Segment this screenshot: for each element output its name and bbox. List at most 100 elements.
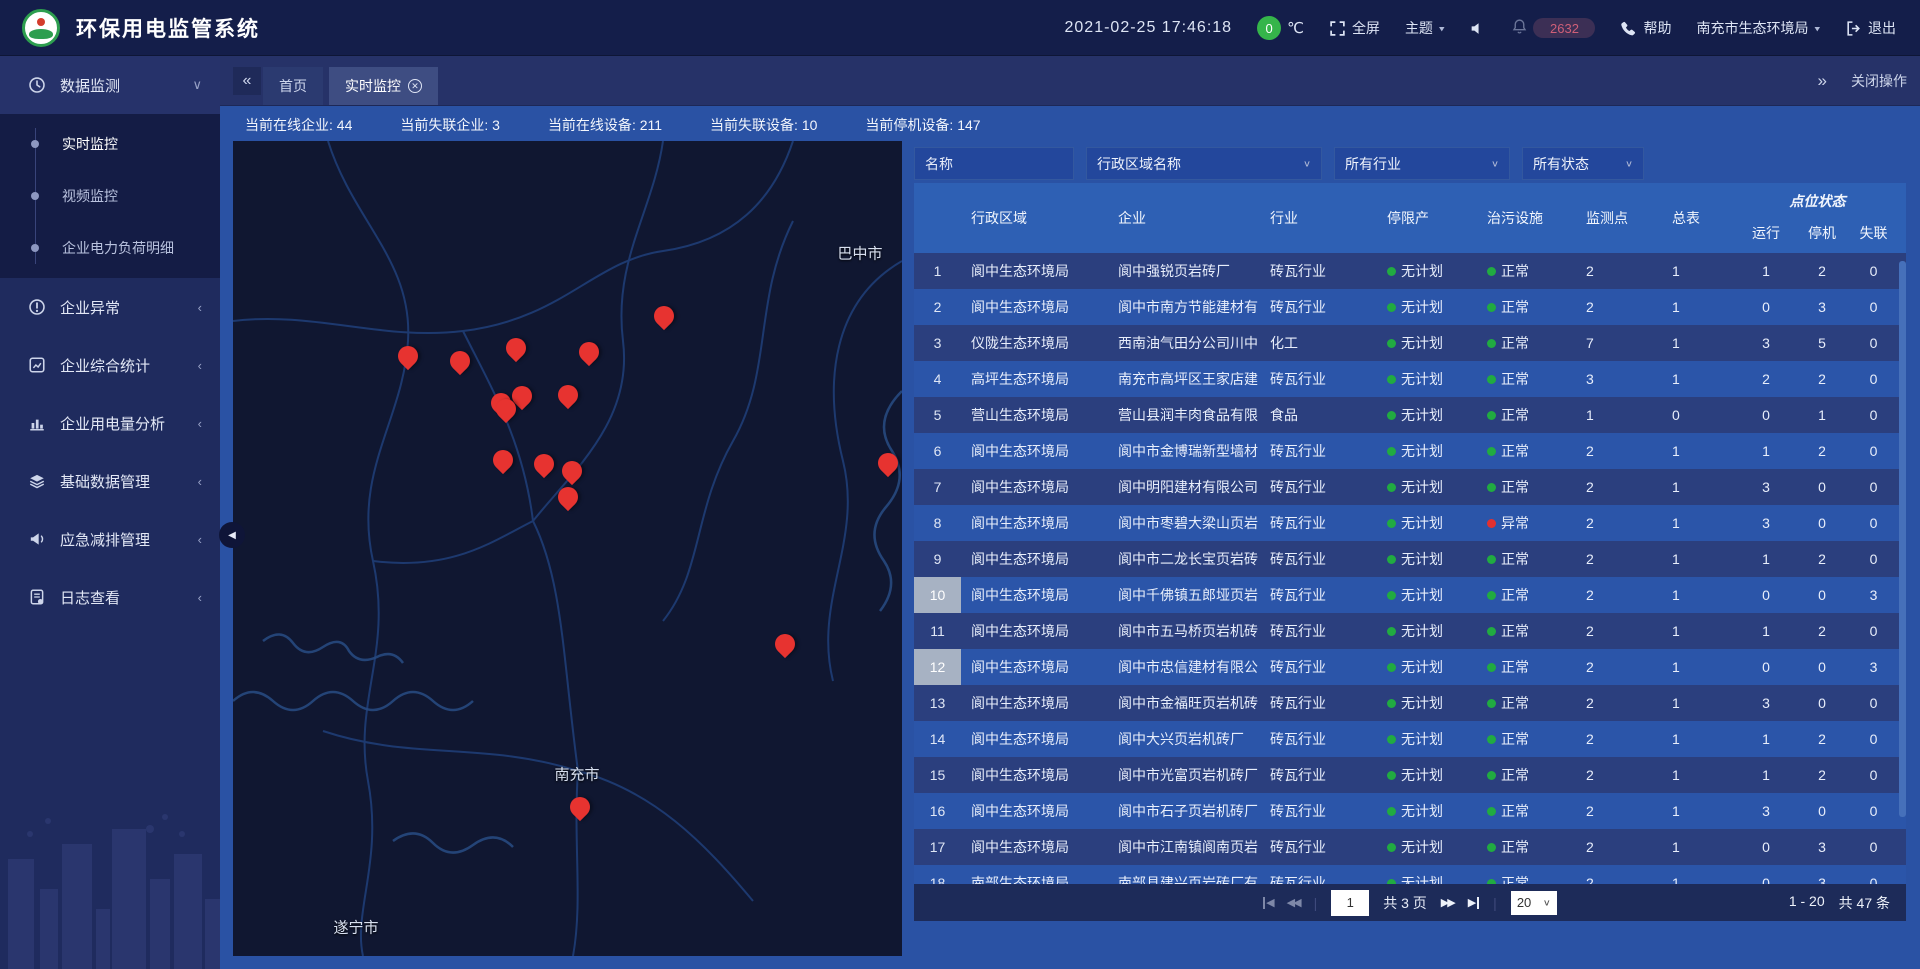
org-menu[interactable]: 南充市生态环境局 ▾ [1696,18,1820,38]
table-row[interactable]: 10 阆中生态环境局 阆中千佛镇五郎垭页岩 砖瓦行业 无计划 正常 2 1 0 … [914,577,1906,613]
table-row[interactable]: 8 阆中生态环境局 阆中市枣碧大梁山页岩 砖瓦行业 无计划 异常 2 1 3 0… [914,505,1906,541]
help-button[interactable]: 帮助 [1620,18,1671,38]
tab[interactable]: 首页 [263,67,323,105]
status-dot [1387,555,1396,564]
mute-button[interactable] [1469,20,1486,37]
close-operations-menu[interactable]: 关闭操作 [1851,71,1907,91]
cell-region: 阆中生态环境局 [961,297,1114,317]
cell-run: 3 [1736,515,1796,531]
table-row[interactable]: 2 阆中生态环境局 阆中市南方节能建材有 砖瓦行业 无计划 正常 2 1 0 3… [914,289,1906,325]
table-row[interactable]: 7 阆中生态环境局 阆中明阳建材有限公司 砖瓦行业 无计划 正常 2 1 3 0… [914,469,1906,505]
cell-company: 阆中市南方节能建材有 [1114,297,1266,317]
first-page-button[interactable]: ◀ [1263,896,1272,909]
cell-region: 阆中生态环境局 [961,765,1114,785]
sidebar-item-label: 实时监控 [62,134,118,154]
cell-lost: 0 [1848,839,1899,855]
sidebar-item[interactable]: 企业电力负荷明细 [0,222,220,274]
cell-lost: 0 [1848,731,1899,747]
map-panel[interactable]: 巴中市南充市遂宁市 [233,141,902,956]
cell-limit-status: 无计划 [1359,837,1479,857]
table-row[interactable]: 9 阆中生态环境局 阆中市二龙长宝页岩砖 砖瓦行业 无计划 正常 2 1 1 2… [914,541,1906,577]
stat-value: 3 [492,117,500,133]
cell-region: 阆中生态环境局 [961,621,1114,641]
cell-run: 3 [1736,479,1796,495]
cell-limit-status: 无计划 [1359,873,1479,884]
status-dot [1487,735,1496,744]
table-row[interactable]: 17 阆中生态环境局 阆中市江南镇阆南页岩 砖瓦行业 无计划 正常 2 1 0 … [914,829,1906,865]
table-row[interactable]: 12 阆中生态环境局 阆中市忠信建材有限公 砖瓦行业 无计划 正常 2 1 0 … [914,649,1906,685]
cell-limit-status: 无计划 [1359,585,1479,605]
sidebar-collapse-button[interactable]: ◀ [219,522,245,548]
tab-close-icon[interactable]: ✕ [408,79,422,93]
cell-limit-status: 无计划 [1359,333,1479,353]
tabs-scroll-right-button[interactable]: » [1818,71,1827,91]
table-row[interactable]: 15 阆中生态环境局 阆中市光富页岩机砖厂 砖瓦行业 无计划 正常 2 1 1 … [914,757,1906,793]
page-size-select[interactable]: 20 ∨ [1511,891,1557,915]
prev-page-button[interactable]: ◀◀ [1287,896,1300,909]
cell-company: 阆中市二龙长宝页岩砖 [1114,549,1266,569]
col-limit: 停限产 [1359,208,1479,228]
cell-industry: 砖瓦行业 [1266,621,1359,641]
sidebar-item-label: 视频监控 [62,186,118,206]
sidebar-item[interactable]: 实时监控 [0,118,220,170]
sidebar-item[interactable]: 视频监控 [0,170,220,222]
cell-company: 阆中强锐页岩砖厂 [1114,261,1266,281]
table-row[interactable]: 14 阆中生态环境局 阆中大兴页岩机砖厂 砖瓦行业 无计划 正常 2 1 1 2… [914,721,1906,757]
next-page-button[interactable]: ▶▶ [1441,896,1454,909]
tabs-scroll-left-button[interactable]: « [233,67,261,95]
sidebar-group[interactable]: 数据监测 ∨ [0,56,220,114]
name-filter-input[interactable] [914,147,1074,180]
last-page-button[interactable]: ▶ [1468,896,1479,909]
table-row[interactable]: 3 仪陇生态环境局 西南油气田分公司川中 化工 无计划 正常 7 1 3 5 0 [914,325,1906,361]
stat-label: 当前失联设备 [710,117,802,133]
status-dot [1487,699,1496,708]
cell-run: 0 [1736,659,1796,675]
tab[interactable]: 实时监控 ✕ [329,67,438,105]
table-row[interactable]: 16 阆中生态环境局 阆中市石子页岩机砖厂 砖瓦行业 无计划 正常 2 1 3 … [914,793,1906,829]
table-row[interactable]: 18 南部生态环境局 南部县建兴页岩砖厂有 砖瓦行业 无计划 正常 2 1 0 … [914,865,1906,884]
sidebar-group[interactable]: 基础数据管理 ‹ [0,452,220,510]
table-row[interactable]: 5 营山生态环境局 营山县润丰肉食品有限 食品 无计划 正常 1 0 0 1 0 [914,397,1906,433]
table-row[interactable]: 1 阆中生态环境局 阆中强锐页岩砖厂 砖瓦行业 无计划 正常 2 1 1 2 0 [914,253,1906,289]
sidebar-group[interactable]: 企业异常 ‹ [0,278,220,336]
col-group-point-status: 点位状态 [1736,191,1899,211]
cell-industry: 砖瓦行业 [1266,801,1359,821]
table-row[interactable]: 11 阆中生态环境局 阆中市五马桥页岩机砖 砖瓦行业 无计划 正常 2 1 1 … [914,613,1906,649]
logout-button[interactable]: 退出 [1845,18,1896,38]
table-scrollbar[interactable] [1899,257,1906,880]
status-dot [1487,627,1496,636]
region-filter-select[interactable]: 行政区域名称 ∨ [1086,147,1322,180]
cell-stop: 2 [1796,731,1848,747]
cell-total-meter: 1 [1658,551,1736,567]
industry-filter-select[interactable]: 所有行业 ∨ [1334,147,1510,180]
scrollbar-thumb[interactable] [1899,261,1906,817]
fullscreen-button[interactable]: 全屏 [1329,18,1380,38]
cell-industry: 食品 [1266,405,1359,425]
row-index: 4 [914,361,961,397]
cell-total-meter: 1 [1658,335,1736,351]
cell-industry: 砖瓦行业 [1266,477,1359,497]
stat-value: 10 [802,117,818,133]
cell-lost: 0 [1848,551,1899,567]
page-number-input[interactable] [1331,890,1369,916]
cell-facility-status: 异常 [1479,513,1574,533]
cell-region: 阆中生态环境局 [961,261,1114,281]
cell-company: 西南油气田分公司川中 [1114,333,1266,353]
table-row[interactable]: 13 阆中生态环境局 阆中市金福旺页岩机砖 砖瓦行业 无计划 正常 2 1 3 … [914,685,1906,721]
sidebar-group[interactable]: 日志查看 ‹ [0,568,220,626]
table-row[interactable]: 6 阆中生态环境局 阆中市金博瑞新型墙材 砖瓦行业 无计划 正常 2 1 1 2… [914,433,1906,469]
table-row[interactable]: 4 高坪生态环境局 南充市高坪区王家店建 砖瓦行业 无计划 正常 3 1 2 2… [914,361,1906,397]
row-index: 11 [914,613,961,649]
notification-button[interactable]: 2632 [1511,18,1595,38]
theme-menu[interactable]: 主题 ▾ [1405,18,1445,38]
phone-icon [1620,20,1637,37]
cell-company: 南部县建兴页岩砖厂有 [1114,873,1266,884]
sidebar-group[interactable]: 企业综合统计 ‹ [0,336,220,394]
cell-facility-status: 正常 [1479,621,1574,641]
sidebar-group[interactable]: 应急减排管理 ‹ [0,510,220,568]
row-index: 16 [914,793,961,829]
sidebar-group-label: 数据监测 [60,75,192,96]
cell-run: 0 [1736,587,1796,603]
status-filter-select[interactable]: 所有状态 ∨ [1522,147,1644,180]
sidebar-group[interactable]: 企业用电量分析 ‹ [0,394,220,452]
